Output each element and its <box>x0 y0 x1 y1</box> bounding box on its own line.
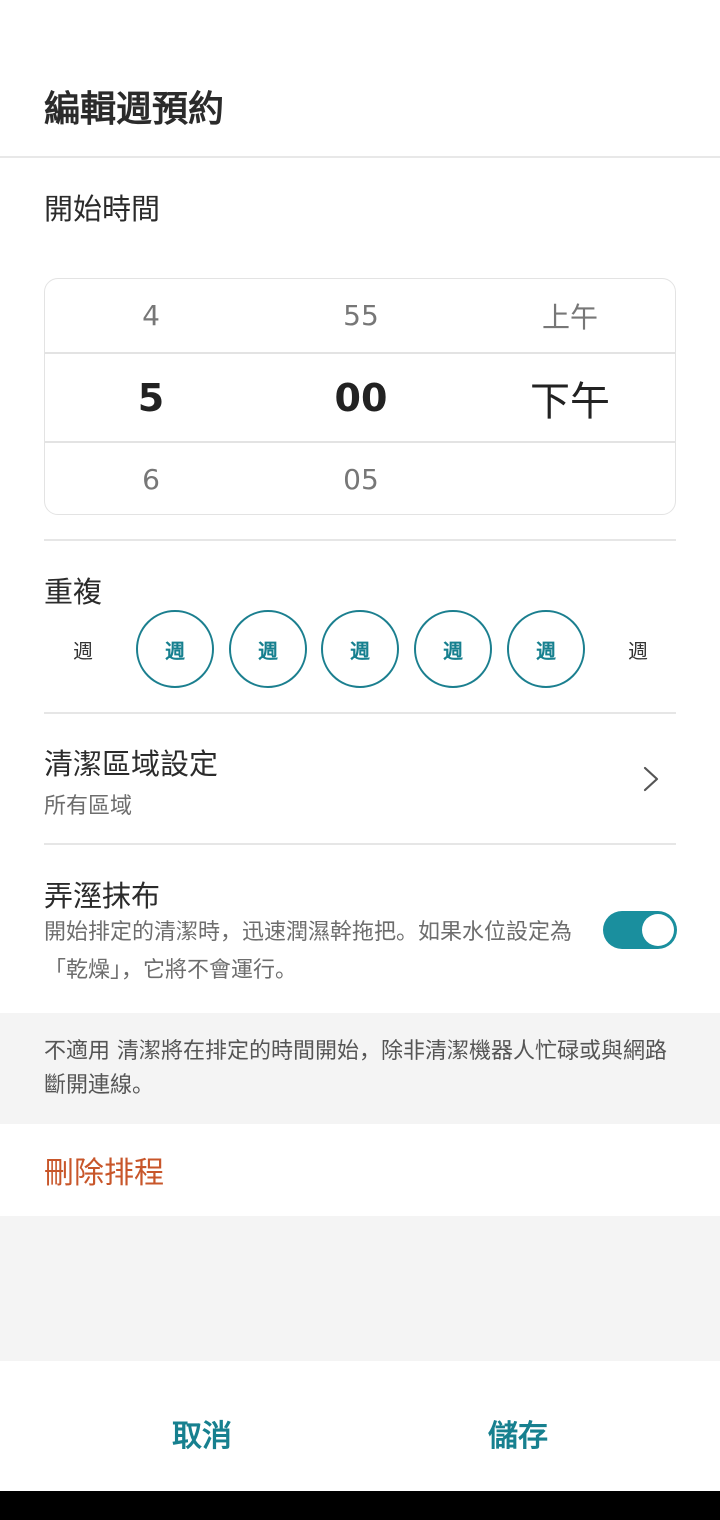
chevron-right-icon[interactable] <box>640 766 664 792</box>
save-button[interactable]: 儲存 <box>488 1411 548 1455</box>
hour-prev[interactable]: 4 <box>45 279 257 352</box>
notice-text: 不適用 清潔將在排定的時間開始，除非清潔機器人忙碌或與網路斷開連線。 <box>44 1039 667 1098</box>
cancel-button[interactable]: 取消 <box>172 1411 232 1455</box>
minute-next[interactable]: 05 <box>257 443 465 516</box>
picker-row-selected: 5 00 下午 <box>45 352 675 443</box>
spacer-area <box>0 1216 720 1361</box>
system-nav-bar <box>0 1491 720 1520</box>
day-toggle[interactable]: 週 <box>414 610 492 688</box>
mop-description: 開始排定的清潔時，迅速潤濕幹拖把。如果水位設定為「乾燥」，它將不會運行。 <box>44 920 573 983</box>
repeat-days: 週 週 週 週 週 週 週 <box>44 610 676 688</box>
hour-selected[interactable]: 5 <box>45 354 257 441</box>
divider <box>44 712 676 714</box>
cleaning-area-title: 清潔區域設定 <box>44 747 219 781</box>
repeat-label: 重複 <box>44 575 103 609</box>
day-toggle[interactable]: 週 <box>44 610 122 688</box>
header: 編輯週預約 <box>0 0 720 158</box>
mop-toggle[interactable] <box>603 911 677 949</box>
period-selected[interactable]: 下午 <box>465 354 675 441</box>
day-toggle[interactable]: 週 <box>321 610 399 688</box>
notice-panel: 不適用 清潔將在排定的時間開始，除非清潔機器人忙碌或與網路斷開連線。 <box>0 1013 720 1124</box>
page-title: 編輯週預約 <box>44 89 225 130</box>
delete-schedule-button[interactable]: 刪除排程 <box>44 1148 164 1192</box>
minute-prev[interactable]: 55 <box>257 279 465 352</box>
time-picker[interactable]: 4 55 上午 5 00 下午 6 05 <box>44 278 676 515</box>
period-prev[interactable]: 上午 <box>465 279 675 352</box>
action-bar: 取消 儲存 <box>0 1361 720 1491</box>
day-toggle[interactable]: 週 <box>507 610 585 688</box>
day-toggle[interactable]: 週 <box>229 610 307 688</box>
minute-selected[interactable]: 00 <box>257 354 465 441</box>
divider <box>44 843 676 845</box>
period-next[interactable] <box>465 443 675 516</box>
day-toggle[interactable]: 週 <box>599 610 677 688</box>
divider <box>44 539 676 541</box>
picker-row-prev: 4 55 上午 <box>45 279 675 352</box>
day-toggle[interactable]: 週 <box>136 610 214 688</box>
picker-row-next: 6 05 <box>45 443 675 516</box>
start-time-label: 開始時間 <box>44 192 161 226</box>
hour-next[interactable]: 6 <box>45 443 257 516</box>
cleaning-area-value: 所有區域 <box>44 794 133 819</box>
toggle-knob <box>642 914 674 946</box>
mop-title: 弄溼抹布 <box>44 879 161 913</box>
